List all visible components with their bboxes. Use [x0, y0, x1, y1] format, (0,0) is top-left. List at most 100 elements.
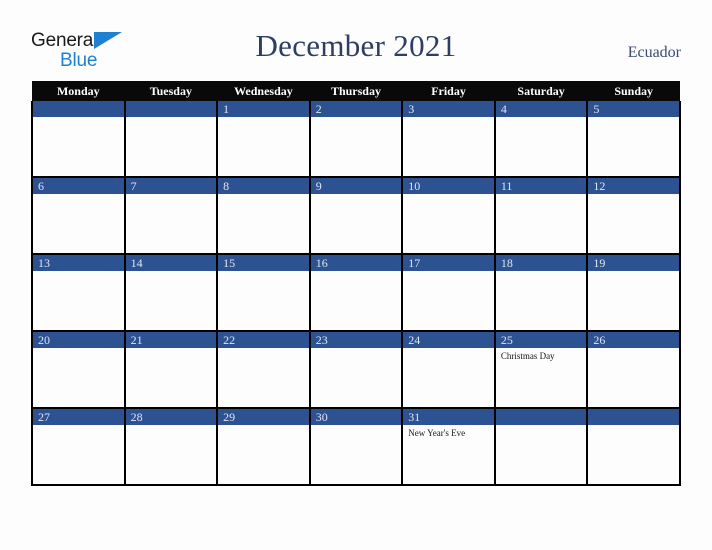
page-header: General Blue December 2021 Ecuador [0, 0, 712, 80]
calendar-day-cell[interactable]: 13 [31, 254, 126, 332]
day-event [126, 271, 217, 274]
day-number: 15 [218, 255, 309, 271]
calendar-day-cell[interactable]: 25 Christmas Day [493, 331, 589, 409]
day-number: 22 [218, 332, 309, 348]
day-event [588, 271, 679, 274]
day-event [496, 194, 587, 197]
calendar-week-row: 1 2 3 4 5 [31, 101, 681, 178]
calendar-week-row: 13 14 15 16 17 18 19 [31, 254, 681, 332]
day-number: 30 [310, 409, 402, 425]
day-number: 19 [588, 255, 679, 271]
calendar-day-cell[interactable]: 17 [401, 254, 496, 332]
calendar-day-cell[interactable]: 8 [216, 177, 311, 255]
day-event [126, 425, 217, 428]
day-event [218, 194, 309, 197]
day-number: 6 [33, 178, 124, 194]
calendar-day-cell[interactable]: 31 New Year's Eve [401, 408, 496, 486]
calendar-day-cell[interactable]: 12 [586, 177, 681, 255]
calendar-day-cell[interactable]: 4 [493, 101, 589, 178]
day-event [33, 271, 124, 274]
calendar-day-cell[interactable]: 5 [586, 101, 681, 178]
day-event [311, 348, 402, 351]
day-number: 7 [125, 178, 217, 194]
calendar-day-cell[interactable] [493, 408, 589, 486]
day-number: 5 [588, 101, 679, 117]
weekday-header-wednesday: Wednesday [217, 81, 310, 101]
calendar-day-cell[interactable]: 10 [401, 177, 496, 255]
weekday-header-thursday: Thursday [309, 81, 403, 101]
country-label: Ecuador [627, 44, 681, 61]
calendar-day-cell[interactable]: 22 [216, 331, 311, 409]
day-event [311, 194, 402, 197]
day-number: 24 [403, 332, 494, 348]
day-event [311, 271, 402, 274]
calendar-day-cell[interactable]: 15 [216, 254, 311, 332]
calendar-day-cell[interactable]: 9 [308, 177, 404, 255]
day-number: 25 [495, 332, 587, 348]
calendar-day-cell[interactable]: 16 [308, 254, 404, 332]
calendar-day-cell[interactable]: 2 [308, 101, 404, 178]
calendar-day-cell[interactable] [123, 101, 219, 178]
calendar-day-cell[interactable]: 21 [123, 331, 219, 409]
day-number: 20 [33, 332, 124, 348]
calendar-day-cell[interactable]: 7 [123, 177, 219, 255]
day-event [218, 348, 309, 351]
calendar-day-cell[interactable]: 18 [493, 254, 589, 332]
day-event [588, 194, 679, 197]
calendar-day-cell[interactable]: 30 [308, 408, 404, 486]
day-number: 17 [403, 255, 494, 271]
day-number: 9 [310, 178, 402, 194]
calendar-day-cell[interactable]: 29 [216, 408, 311, 486]
calendar-day-cell[interactable]: 3 [401, 101, 496, 178]
calendar-day-cell[interactable]: 6 [31, 177, 126, 255]
day-event [218, 425, 309, 428]
day-event [496, 425, 587, 428]
day-number: 11 [495, 178, 587, 194]
day-number: 12 [588, 178, 679, 194]
day-event [33, 117, 124, 120]
day-event [311, 117, 402, 120]
day-event [588, 348, 679, 351]
calendar-day-cell[interactable]: 14 [123, 254, 219, 332]
weekday-header-sunday: Sunday [587, 81, 680, 101]
calendar-day-cell[interactable]: 19 [586, 254, 681, 332]
day-event [403, 348, 494, 351]
calendar-week-row: 6 7 8 9 10 11 12 [31, 177, 681, 255]
day-number: 16 [310, 255, 402, 271]
calendar-day-cell[interactable] [586, 408, 681, 486]
calendar-day-cell[interactable]: 26 [586, 331, 681, 409]
day-number: 2 [310, 101, 402, 117]
day-number: 21 [125, 332, 217, 348]
day-number: 26 [588, 332, 679, 348]
day-event: New Year's Eve [408, 428, 466, 438]
day-number: 13 [33, 255, 124, 271]
day-number: 31 [403, 409, 494, 425]
weekday-header-row: Monday Tuesday Wednesday Thursday Friday… [32, 81, 680, 101]
day-event [33, 194, 124, 197]
day-event [218, 271, 309, 274]
day-event: Christmas Day [500, 351, 555, 361]
day-number: 14 [125, 255, 217, 271]
day-event [403, 271, 494, 274]
day-event [496, 117, 587, 120]
calendar-day-cell[interactable]: 1 [216, 101, 311, 178]
day-number: 27 [33, 409, 124, 425]
day-event [126, 194, 217, 197]
day-number: 8 [218, 178, 309, 194]
weekday-header-saturday: Saturday [494, 81, 588, 101]
calendar-day-cell[interactable]: 20 [31, 331, 126, 409]
day-event [33, 348, 124, 351]
day-event [126, 117, 217, 120]
calendar-day-cell[interactable]: 24 [401, 331, 496, 409]
day-number: 28 [125, 409, 217, 425]
calendar-day-cell[interactable]: 28 [123, 408, 219, 486]
weekday-header-tuesday: Tuesday [124, 81, 218, 101]
day-number [495, 409, 587, 425]
day-number: 29 [218, 409, 309, 425]
calendar-day-cell[interactable]: 23 [308, 331, 404, 409]
day-number [125, 101, 217, 117]
calendar-day-cell[interactable] [31, 101, 126, 178]
calendar-day-cell[interactable]: 11 [493, 177, 589, 255]
calendar-day-cell[interactable]: 27 [31, 408, 126, 486]
calendar-grid: Monday Tuesday Wednesday Thursday Friday… [31, 81, 681, 486]
